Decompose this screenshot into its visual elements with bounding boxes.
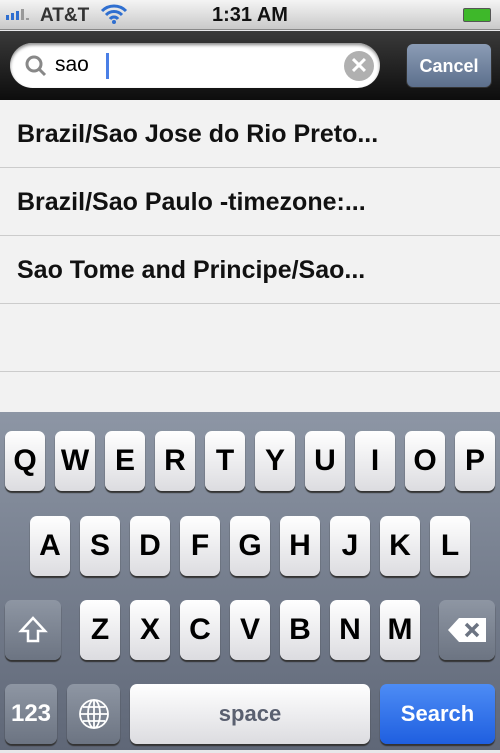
list-item[interactable]: Brazil/Sao Paulo -timezone:... <box>0 168 500 236</box>
search-key[interactable]: Search <box>380 684 495 744</box>
key-u[interactable]: U <box>305 431 345 491</box>
list-item[interactable]: Sao Tome and Principe/Sao... <box>0 236 500 304</box>
key-q[interactable]: Q <box>5 431 45 491</box>
key-k[interactable]: K <box>380 516 420 576</box>
key-j[interactable]: J <box>330 516 370 576</box>
key-p[interactable]: P <box>455 431 495 491</box>
key-w[interactable]: W <box>55 431 95 491</box>
clock: 1:31 AM <box>212 4 288 26</box>
key-n[interactable]: N <box>330 600 370 660</box>
battery-charging-icon <box>463 8 491 22</box>
numbers-key[interactable]: 123 <box>5 684 57 744</box>
key-o[interactable]: O <box>405 431 445 491</box>
key-a[interactable]: A <box>30 516 70 576</box>
key-z[interactable]: Z <box>80 600 120 660</box>
key-d[interactable]: D <box>130 516 170 576</box>
delete-key[interactable] <box>439 600 495 660</box>
key-c[interactable]: C <box>180 600 220 660</box>
key-l[interactable]: L <box>430 516 470 576</box>
text-caret <box>106 53 109 79</box>
key-f[interactable]: F <box>180 516 220 576</box>
cancel-button[interactable]: Cancel <box>406 43 492 88</box>
globe-icon <box>78 699 109 729</box>
backspace-icon <box>448 618 486 642</box>
search-icon <box>25 55 47 77</box>
key-m[interactable]: M <box>380 600 420 660</box>
empty-row <box>0 304 500 372</box>
key-h[interactable]: H <box>280 516 320 576</box>
space-key[interactable]: space <box>130 684 370 744</box>
shift-key[interactable] <box>5 600 61 660</box>
search-value: sao <box>55 53 89 76</box>
search-input[interactable]: sao ✕ <box>10 43 380 88</box>
clear-icon[interactable]: ✕ <box>344 51 374 81</box>
shift-arrow-icon <box>18 616 48 643</box>
key-i[interactable]: I <box>355 431 395 491</box>
keyboard: 123 space Search QWERTYUIOP ASDFGHJKL ZXCV… <box>0 412 500 750</box>
key-t[interactable]: T <box>205 431 245 491</box>
key-g[interactable]: G <box>230 516 270 576</box>
list-item[interactable]: Brazil/Sao Jose do Rio Preto... <box>0 100 500 168</box>
key-s[interactable]: S <box>80 516 120 576</box>
key-y[interactable]: Y <box>255 431 295 491</box>
results-list: Brazil/Sao Jose do Rio Preto... Brazil/S… <box>0 100 500 440</box>
status-bar: AT&T 1:31 AM <box>0 0 500 30</box>
key-v[interactable]: V <box>230 600 270 660</box>
key-r[interactable]: R <box>155 431 195 491</box>
key-b[interactable]: B <box>280 600 320 660</box>
search-bar: sao ✕ Cancel <box>0 31 500 100</box>
key-e[interactable]: E <box>105 431 145 491</box>
globe-key[interactable] <box>67 684 120 744</box>
key-x[interactable]: X <box>130 600 170 660</box>
